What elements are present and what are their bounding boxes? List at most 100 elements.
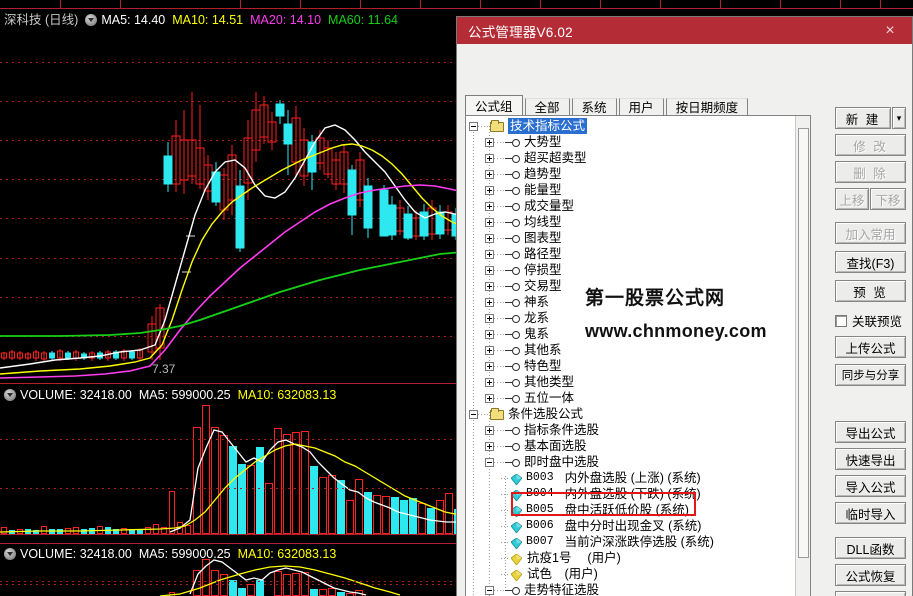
expand-icon[interactable] [485, 185, 494, 195]
tree-row[interactable]: 均线型 [466, 214, 797, 230]
tree-row-label: 内外盘选股 (下跌) (系统) [564, 487, 701, 501]
tree-row[interactable]: 指标条件选股 [466, 422, 797, 438]
formula-tree-panel[interactable]: 技术指标公式 大势型 超买超卖型 趋势型 能量型 成交量型 均线型 图表型 路径型 停损型 交易型神… [465, 115, 811, 596]
collapse-icon[interactable] [485, 457, 494, 467]
tree-row[interactable]: 基本面选股 [466, 438, 797, 454]
sync-share-button[interactable]: 同步与分享 [835, 364, 906, 386]
tree-scrollbar[interactable] [795, 116, 810, 596]
expand-icon[interactable] [485, 153, 494, 163]
expand-icon[interactable] [485, 249, 494, 259]
tree-row[interactable]: 其他类型 [466, 374, 797, 390]
move-down-button[interactable]: 下移 [870, 188, 906, 210]
tree-row[interactable]: 抗疫1号 (用户) [466, 550, 797, 566]
formula-code: B005 [526, 503, 554, 516]
stock-chart-panel[interactable]: 深科技 (日线) MA5: 14.40 MA10: 14.51 MA20: 14.10… [0, 0, 463, 596]
tree-row[interactable]: 五位一体 [466, 390, 797, 406]
watermark-line2: www.chnmoney.com [585, 321, 767, 341]
import-formula-button[interactable]: 导入公式 [835, 475, 906, 497]
expand-icon[interactable] [485, 441, 494, 451]
tree-row[interactable]: B006 盘中分时出现金叉 (系统) [466, 518, 797, 534]
expand-icon[interactable] [485, 265, 494, 275]
expand-icon[interactable] [485, 345, 494, 355]
category-icon [505, 282, 520, 291]
expand-icon[interactable] [485, 377, 494, 387]
expand-icon[interactable] [485, 201, 494, 211]
tab-label: 按日期频度 [675, 101, 739, 115]
add-favorite-button[interactable]: 加入常用 [835, 222, 906, 244]
formula-code: B004 [526, 487, 554, 500]
expand-icon[interactable] [485, 393, 494, 403]
expand-icon[interactable] [485, 425, 494, 435]
tree-row[interactable]: B004 内外盘选股 (下跌) (系统) [466, 486, 797, 502]
tree-row[interactable]: 路径型 [466, 246, 797, 262]
category-icon [505, 362, 520, 371]
export-formula-button[interactable]: 导出公式 [835, 421, 906, 443]
tree-row[interactable]: 超买超卖型 [466, 150, 797, 166]
quick-export-button[interactable]: 快速导出 [835, 448, 906, 470]
close-icon[interactable]: × [868, 17, 912, 44]
checkbox-box[interactable] [835, 314, 847, 327]
dialog-title-bar[interactable]: 公式管理器V6.02 × [457, 17, 912, 44]
find-button[interactable]: 查找(F3) [835, 251, 906, 273]
tree-row-label: 大势型 [524, 135, 562, 149]
delete-button[interactable]: 删 除 [835, 161, 906, 183]
tree-connector [494, 365, 505, 367]
new-dropdown-icon[interactable]: ▾ [892, 107, 906, 129]
tree-row[interactable]: 试色 (用户) [466, 566, 797, 582]
tree-row[interactable]: 停损型 [466, 262, 797, 278]
formula-manager-dialog[interactable]: 公式管理器V6.02 × 公式组 全部 系统 用户 按日期频度 技术指标公式 大势… [456, 16, 913, 596]
category-icon [505, 266, 520, 275]
tree-row-label: 鬼系 [524, 327, 550, 341]
expand-icon[interactable] [485, 217, 494, 227]
tree-row[interactable]: B007 当前沪深涨跌停选股 (系统) [466, 534, 797, 550]
tree-connector [494, 333, 505, 335]
temp-import-button[interactable]: 临时导入 [835, 502, 906, 524]
preview-button[interactable]: 预 览 [835, 280, 906, 302]
expand-icon[interactable] [485, 281, 494, 291]
tree-row[interactable]: 即时盘中选股 [466, 454, 797, 470]
modify-button[interactable]: 修 改 [835, 134, 906, 156]
tree-row[interactable]: 其他系 [466, 342, 797, 358]
tree-connector [494, 429, 505, 431]
tree-row-label: 基本面选股 [524, 439, 587, 453]
tree-row[interactable]: 特色型 [466, 358, 797, 374]
collapse-icon[interactable] [485, 585, 494, 595]
move-up-button[interactable]: 上移 [835, 188, 869, 210]
tree-scrollbar-thumb[interactable] [798, 128, 809, 558]
expand-icon[interactable] [485, 313, 494, 323]
tree-connector [494, 141, 505, 143]
tree-row-label: 技术指标公式 [508, 118, 588, 134]
expand-icon[interactable] [485, 137, 494, 147]
tree-row[interactable]: B005 盘中活跃低价股 (系统) [466, 502, 797, 518]
expand-icon[interactable] [485, 297, 494, 307]
tree-row[interactable]: 走势特征选股 [466, 582, 797, 596]
tree-connector [501, 573, 510, 575]
dll-function-button[interactable]: DLL函数 [835, 537, 906, 559]
link-preview-checkbox[interactable]: 关联预览 [835, 311, 902, 330]
tree-row[interactable]: 大势型 [466, 134, 797, 150]
tree-row-label: 均线型 [524, 215, 562, 229]
collapse-icon[interactable] [469, 409, 478, 419]
tree-row[interactable]: 趋势型 [466, 166, 797, 182]
category-icon [505, 442, 520, 451]
tree-row[interactable]: 技术指标公式 [466, 118, 797, 134]
tree-connector [478, 413, 489, 415]
expand-icon[interactable] [485, 361, 494, 371]
expand-icon[interactable] [485, 329, 494, 339]
ui-settings-button[interactable]: 界面设置 [835, 591, 906, 596]
tree-row[interactable]: 图表型 [466, 230, 797, 246]
category-icon [505, 186, 520, 195]
tree-row[interactable]: 能量型 [466, 182, 797, 198]
upload-formula-button[interactable]: 上传公式 [835, 336, 906, 358]
collapse-icon[interactable] [469, 121, 478, 131]
tree-row-label: 超买超卖型 [524, 151, 587, 165]
expand-icon[interactable] [485, 233, 494, 243]
restore-formula-button[interactable]: 公式恢复 [835, 564, 906, 586]
tree-row[interactable]: 条件选股公式 [466, 406, 797, 422]
tree-row[interactable]: 成交量型 [466, 198, 797, 214]
tree-row-label: 停损型 [524, 263, 562, 277]
tree-row-label: 神系 [524, 295, 550, 309]
tree-row[interactable]: B003 内外盘选股 (上涨) (系统) [466, 470, 797, 486]
new-button[interactable]: 新 建 [835, 107, 891, 129]
expand-icon[interactable] [485, 169, 494, 179]
